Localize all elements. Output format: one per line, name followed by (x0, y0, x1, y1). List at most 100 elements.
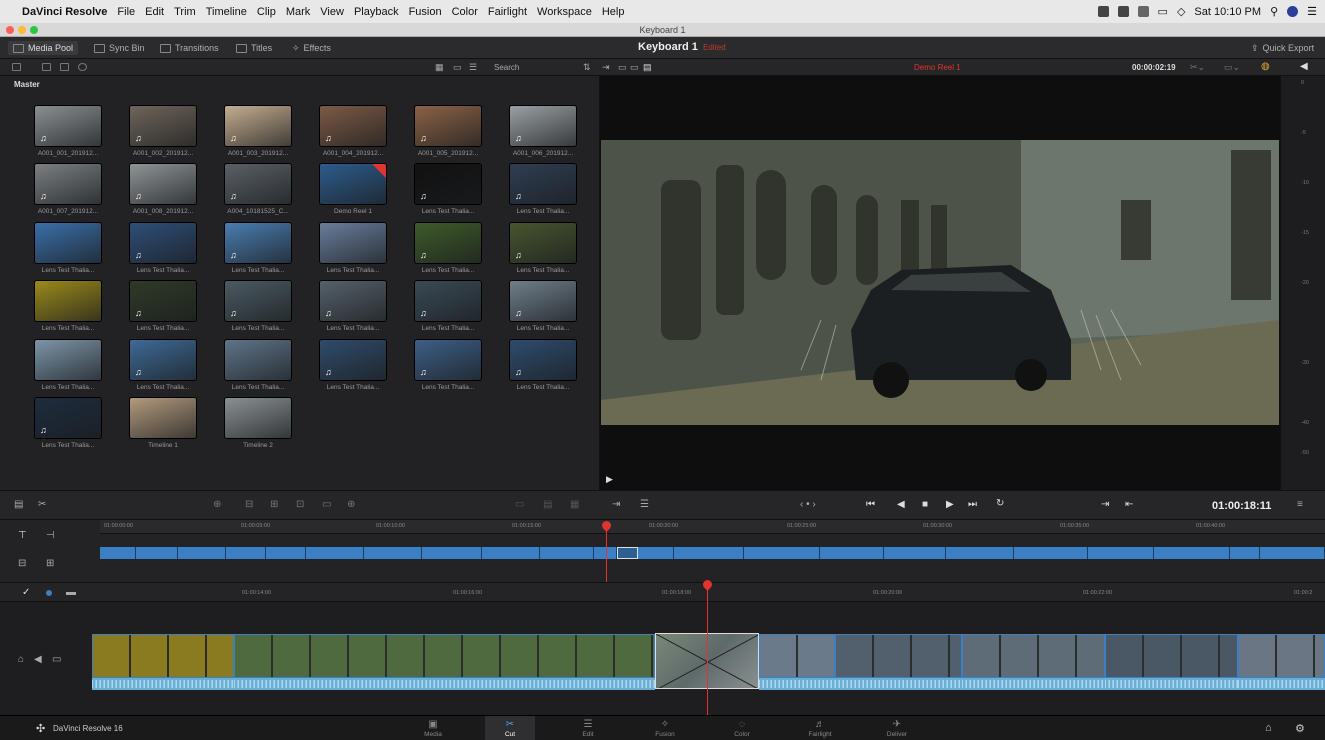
audio-scrub-icon[interactable]: ✓ (22, 587, 30, 598)
media-clip[interactable]: ♫ A001_002_201912... (119, 106, 199, 162)
menu-clip[interactable]: Clip (257, 6, 276, 18)
zoom-in-icon[interactable]: ⊟ (18, 558, 26, 569)
upper-clip-segment[interactable] (1230, 547, 1260, 559)
media-clip[interactable]: ♫ A001_005_201912... (404, 106, 484, 162)
siri-icon[interactable] (1287, 6, 1299, 17)
menu-workspace[interactable]: Workspace (537, 6, 592, 18)
menu-mark[interactable]: Mark (286, 6, 310, 18)
media-clip[interactable]: ♫ A001_008_201912... (119, 164, 199, 220)
stop-icon[interactable]: ■ (922, 499, 928, 510)
media-clip[interactable]: Lens Test Thalia... (24, 340, 104, 396)
media-clip[interactable]: ♫ Lens Test Thalia... (499, 223, 579, 279)
menu-edit[interactable]: Edit (145, 6, 164, 18)
lower-timeline[interactable]: ⌂ ◀︎ ▭ (0, 578, 1325, 715)
disabled-tool-icon[interactable]: ▭ (515, 499, 524, 510)
audio-clip[interactable] (1105, 678, 1238, 690)
append-icon[interactable]: ⊟ (245, 499, 253, 510)
transitions-button[interactable]: Transitions (160, 41, 219, 55)
spotlight-icon[interactable]: ⚲ (1270, 5, 1278, 18)
mark-in-icon[interactable]: ⇥ (1101, 499, 1109, 510)
mark-out-icon[interactable]: ⇤ (1125, 499, 1133, 510)
media-clip[interactable]: ♫ Lens Test Thalia... (309, 281, 389, 337)
status-icon[interactable] (1117, 6, 1129, 17)
menubar-clock[interactable]: Sat 10:10 PM (1194, 6, 1261, 18)
volume-icon[interactable]: ◀︎ (1300, 61, 1308, 72)
media-clip[interactable]: ♫ Lens Test Thalia... (499, 164, 579, 220)
upper-clip-segment[interactable] (266, 547, 306, 559)
media-pool-button[interactable]: Media Pool (8, 41, 79, 55)
menu-fairlight[interactable]: Fairlight (488, 6, 527, 18)
media-clip[interactable]: Lens Test Thalia... (24, 281, 104, 337)
upper-clip-segment[interactable] (364, 547, 422, 559)
scissors-menu-icon[interactable]: ✂⌄ (1190, 62, 1205, 73)
zoom-out-icon[interactable]: ⊞ (46, 558, 54, 569)
upper-clip-segment[interactable] (226, 547, 266, 559)
video-clip[interactable] (1105, 634, 1238, 678)
go-to-end-icon[interactable]: ⏭ (968, 499, 977, 510)
viewer-play-icon[interactable]: ▶︎ (606, 474, 613, 485)
ripple-icon[interactable]: ⊣ (46, 530, 55, 541)
sync-bin-button[interactable]: Sync Bin (94, 41, 145, 55)
upper-timeline-track[interactable] (100, 547, 1325, 559)
source-viewer-icon[interactable]: ▭ (618, 62, 627, 73)
media-clip[interactable]: ♫ A001_007_201912... (24, 164, 104, 220)
upper-clip-segment[interactable] (306, 547, 364, 559)
media-clip[interactable]: ♫ Lens Test Thalia... (499, 340, 579, 396)
timeline-title[interactable]: Keyboard 1 (638, 41, 698, 53)
viewer[interactable]: ▶︎ (600, 76, 1280, 490)
audio-clip[interactable] (1238, 678, 1325, 690)
page-tab-fairlight[interactable]: ♬ Fairlight (795, 716, 845, 740)
video-clip[interactable] (92, 634, 234, 678)
media-clip[interactable]: ♫ Lens Test Thalia... (404, 223, 484, 279)
disabled-tool-icon[interactable]: ▦ (570, 499, 579, 510)
menu-color[interactable]: Color (452, 6, 478, 18)
media-clip[interactable]: ♫ A001_001_201912... (24, 106, 104, 162)
strip-view-icon[interactable]: ▭ (453, 62, 462, 73)
upper-clip-segment[interactable] (540, 547, 594, 559)
titles-button[interactable]: Titles (236, 41, 272, 55)
upper-clip-segment[interactable] (744, 547, 820, 559)
video-clip[interactable] (835, 634, 962, 678)
menu-view[interactable]: View (320, 6, 344, 18)
menu-playback[interactable]: Playback (354, 6, 399, 18)
tape-viewer-icon[interactable]: ▤ (643, 62, 652, 73)
upper-clip-segment[interactable] (820, 547, 884, 559)
upper-clip-segment[interactable] (422, 547, 482, 559)
upper-clip-segment[interactable] (617, 547, 638, 559)
options-menu-icon[interactable]: ≡ (1297, 499, 1303, 510)
audio-clip[interactable] (759, 678, 835, 690)
sort-icon[interactable]: ⇅ (583, 62, 591, 73)
upper-clip-segment[interactable] (178, 547, 226, 559)
upper-timeline[interactable]: ⊤ ⊣ ⊟ ⊞ 01:00:00:00 01:00:05:00 01:00:10… (0, 519, 1325, 582)
video-clip[interactable] (1238, 634, 1325, 678)
quick-export-button[interactable]: ⇪ Quick Export (1251, 41, 1314, 55)
media-pool-search[interactable]: Search (494, 63, 519, 72)
link-icon[interactable] (78, 63, 87, 71)
media-clip[interactable]: Lens Test Thalia... (309, 223, 389, 279)
clip-view-icon[interactable]: ▬ (66, 587, 76, 598)
audio-clip[interactable] (92, 678, 234, 690)
disabled-tool-icon[interactable]: ▤ (543, 499, 552, 510)
page-tab-cut[interactable]: ✂ Cut (485, 716, 535, 740)
media-clip[interactable]: ♫ Lens Test Thalia... (309, 340, 389, 396)
snap-icon[interactable]: ⊤ (18, 530, 27, 541)
list-view-icon[interactable]: ☰ (469, 62, 477, 73)
media-clip[interactable]: ♫ A004_10181525_C... (214, 164, 294, 220)
upper-clip-segment[interactable] (1088, 547, 1154, 559)
media-clip[interactable]: Timeline 2 (214, 398, 294, 454)
media-clip[interactable]: ♫ Lens Test Thalia... (404, 281, 484, 337)
import-clip-icon[interactable]: ▤ (14, 499, 23, 510)
media-clip[interactable]: Lens Test Thalia... (24, 223, 104, 279)
airplay-icon[interactable]: ▭ (1158, 5, 1168, 18)
timeline-viewer-icon[interactable]: ▭ (630, 62, 639, 73)
settings-slider-icon[interactable]: ☰ (640, 499, 649, 510)
trim-icon[interactable]: ⇥ (602, 62, 610, 73)
menu-help[interactable]: Help (602, 6, 625, 18)
menu-fusion[interactable]: Fusion (409, 6, 442, 18)
media-clip[interactable]: ♫ Lens Test Thalia... (119, 340, 199, 396)
audio-clip[interactable] (835, 678, 962, 690)
reverse-icon[interactable]: ◀︎ (897, 499, 905, 510)
import-folder-icon[interactable] (60, 63, 69, 71)
cut-tool-icon[interactable]: ✂ (38, 499, 46, 510)
place-on-top-icon[interactable]: ▭ (322, 499, 331, 510)
